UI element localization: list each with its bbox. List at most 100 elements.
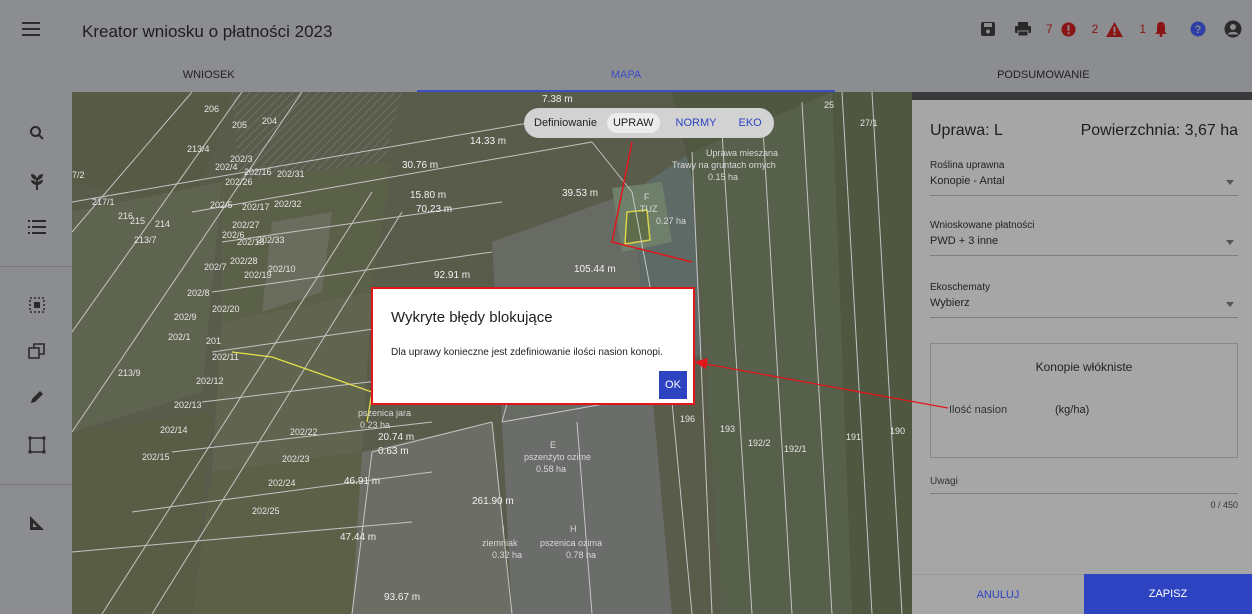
parcel-label: 204 — [262, 116, 278, 126]
seed-amount-unit: (kg/ha) — [1055, 404, 1090, 416]
notification-count: 1 — [1139, 22, 1146, 36]
measurement-label: 261.90 m — [472, 496, 514, 507]
save-icon[interactable] — [980, 21, 996, 37]
crop-code-label: H — [570, 524, 577, 534]
crop-code-label: TUZ — [640, 204, 658, 214]
crop-area-label: 0.15 ha — [708, 172, 739, 182]
svg-text:?: ? — [1195, 24, 1202, 36]
parcel-label: 202/12 — [196, 376, 224, 386]
account-icon[interactable] — [1224, 20, 1242, 38]
measurement-label: 39.53 m — [562, 188, 599, 199]
tab-wniosek[interactable]: WNIOSEK — [0, 62, 417, 92]
menu-icon[interactable] — [22, 22, 40, 36]
plant-icon[interactable] — [26, 170, 48, 192]
crop-code-label: F — [644, 192, 650, 202]
measurement-label: 70.23 m — [416, 204, 453, 215]
parcel-label: 202/28 — [230, 256, 258, 266]
warning-icon[interactable] — [1106, 21, 1124, 37]
app-header: Kreator wniosku o płatności 2023 7 2 1 ? — [0, 0, 1252, 62]
select-area-icon[interactable] — [26, 294, 48, 316]
tab-podsumowanie[interactable]: PODSUMOWANIE — [835, 62, 1252, 92]
mode-option-eko[interactable]: EKO — [732, 113, 767, 133]
tab-mapa[interactable]: MAPA — [417, 62, 835, 92]
measurement-label: 7.38 m — [542, 94, 573, 105]
mode-option-upraw[interactable]: UPRAW — [606, 113, 660, 133]
crop-name-label: Trawy na gruntach ornych — [672, 160, 776, 170]
crop-area-label: 0.78 ha — [566, 550, 597, 560]
measure-icon[interactable] — [26, 512, 48, 534]
hemp-section: Konopie włókniste Ilość nasion (kg/ha) — [930, 343, 1238, 458]
measurement-label: 20.74 m — [378, 432, 415, 443]
hemp-section-title: Konopie włókniste — [1035, 360, 1133, 374]
error-icon[interactable] — [1061, 21, 1076, 37]
warning-count: 2 — [1091, 22, 1099, 36]
parcel-label: 202/9 — [174, 312, 197, 322]
parcel-label: 202/26 — [225, 177, 253, 187]
save-button[interactable]: ZAPISZ — [1084, 574, 1252, 614]
parcel-label: 202/4 — [215, 162, 238, 172]
field-value: PWD + 3 inne — [930, 235, 999, 247]
mode-option-normy[interactable]: NORMY — [670, 113, 723, 133]
dialog-message: Dla uprawy konieczne jest zdefiniowanie … — [391, 347, 663, 358]
measurement-label: 105.44 m — [574, 264, 616, 275]
list-icon[interactable] — [26, 216, 48, 238]
parcel-label: 202/5 — [210, 200, 233, 210]
parcel-label: 202/15 — [142, 452, 170, 462]
crop-name-label: pszenica ozima — [540, 538, 603, 548]
error-count: 7 — [1045, 22, 1053, 36]
parcel-label: 25 — [824, 100, 835, 110]
print-icon[interactable] — [1014, 21, 1032, 37]
parcel-label: 202/7 — [204, 262, 227, 272]
dropdown-arrow-icon — [1226, 302, 1234, 307]
parcel-label: 193 — [720, 424, 736, 434]
ecoschemes-select[interactable]: Ekoschematy Wybierz — [930, 282, 1238, 318]
pencil-icon[interactable] — [26, 386, 48, 408]
parcel-label: 202/25 — [252, 506, 280, 516]
map-toolbar — [0, 92, 72, 614]
parcel-label: 192/1 — [784, 444, 807, 454]
parcel-label: 202/20 — [212, 304, 240, 314]
parcel-label: 192/2 — [748, 438, 771, 448]
parcel-label: 213/9 — [118, 368, 141, 378]
notes-field[interactable]: Uwagi — [930, 476, 1238, 494]
measurement-label: 46.91 m — [344, 476, 381, 487]
seed-amount-input[interactable]: Ilość nasion — [949, 404, 1007, 416]
parcel-label: 196 — [680, 414, 696, 424]
measurement-label: 30.76 m — [402, 160, 439, 171]
parcel-label: 202/22 — [290, 427, 318, 437]
parcel-label: 206 — [204, 104, 220, 114]
crop-area-label: 0.27 ha — [656, 216, 687, 226]
bell-icon[interactable] — [1154, 21, 1168, 37]
help-icon[interactable]: ? — [1190, 21, 1206, 37]
copy-shape-icon[interactable] — [26, 340, 48, 362]
crop-area-label: 0.32 ha — [492, 550, 523, 560]
toolbar-divider — [0, 266, 72, 267]
parcel-label: 202/18 — [237, 237, 265, 247]
payments-select[interactable]: Wnioskowane płatności PWD + 3 inne — [930, 220, 1238, 256]
parcel-label: 217/1 — [92, 197, 115, 207]
measurement-label: 92.91 m — [434, 270, 471, 281]
cancel-button[interactable]: ANULUJ — [912, 574, 1084, 614]
measurement-label: 15.80 m — [410, 190, 447, 201]
crop-title: Uprawa: L — [930, 122, 1003, 139]
crop-name-label: Uprawa mieszana — [706, 148, 779, 158]
measurement-label: 14.33 m — [470, 136, 507, 147]
parcel-label: 202/31 — [277, 169, 305, 179]
definition-mode-toggle: Definiowanie UPRAW NORMY EKO — [524, 108, 774, 138]
measurement-label: 0.63 m — [378, 446, 409, 457]
plant-select[interactable]: Roślina uprawna Konopie - Antal — [930, 160, 1238, 196]
search-icon[interactable] — [26, 122, 48, 144]
parcel-label: 205 — [232, 120, 248, 130]
crop-area-label: 0.58 ha — [536, 464, 567, 474]
parcel-label: 190 — [890, 426, 906, 436]
parcel-label: 202/8 — [187, 288, 210, 298]
field-label: Roślina uprawna — [930, 160, 1005, 171]
mode-toggle-label: Definiowanie — [534, 117, 597, 129]
crop-code-label: E — [550, 440, 557, 450]
main-tabs: WNIOSEK MAPA PODSUMOWANIE — [0, 62, 1252, 92]
ok-button[interactable]: OK — [659, 371, 687, 399]
draw-rectangle-icon[interactable] — [26, 434, 48, 456]
parcel-label: 7/2 — [72, 170, 85, 180]
dropdown-arrow-icon — [1226, 180, 1234, 185]
parcel-label: 202/16 — [244, 167, 272, 177]
